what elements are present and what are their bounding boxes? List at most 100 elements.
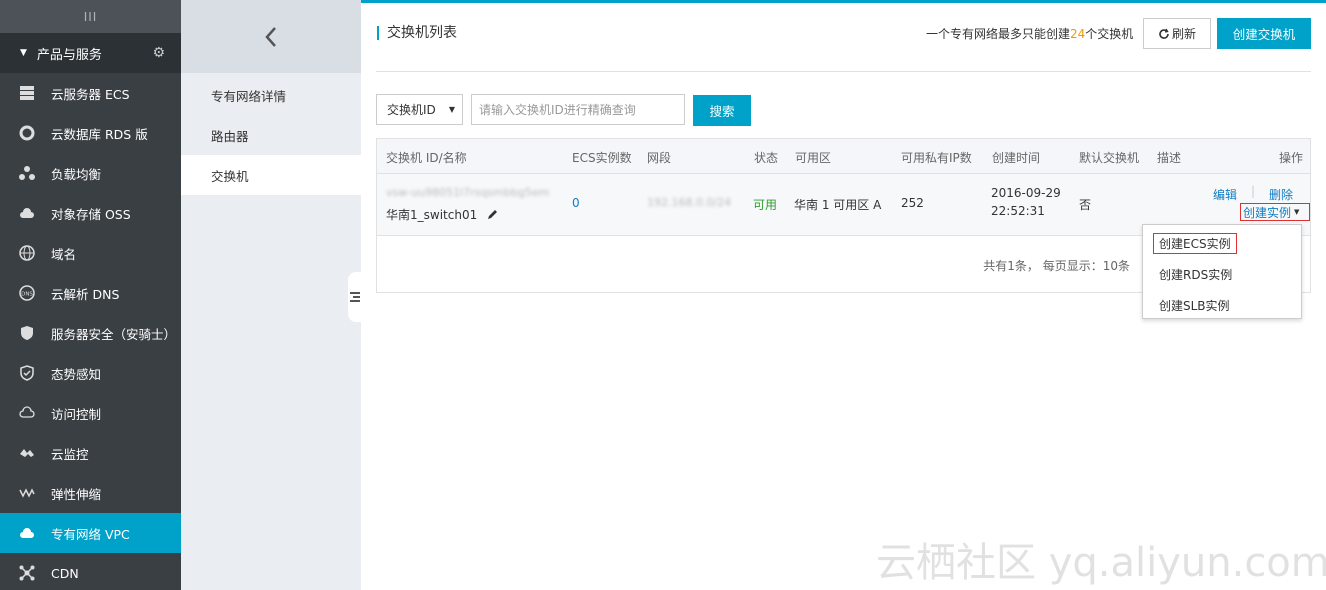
cidr-value: 192.168.0.0/24 [647, 196, 732, 209]
back-button[interactable] [181, 0, 361, 73]
sidebar-item-slb[interactable]: 负载均衡 [0, 153, 181, 193]
sidebar-item-label: 云数据库 RDS 版 [51, 126, 148, 142]
search-button[interactable]: 搜索 [693, 95, 751, 126]
quota-notice: 一个专有网络最多只能创建24个交换机 [926, 25, 1133, 42]
sidebar-item-label: 云服务器 ECS [51, 86, 130, 102]
edit-link[interactable]: 编辑 [1213, 186, 1237, 203]
menu-item-label: 创建SLB实例 [1159, 299, 1230, 313]
vswitch-name: 华南1_switch01 [386, 206, 499, 223]
refresh-button[interactable]: 刷新 [1143, 18, 1211, 49]
col-created: 创建时间 [992, 151, 1041, 165]
quota-suffix: 个交换机 [1085, 27, 1134, 41]
sidebar-item-label: 弹性伸缩 [51, 486, 102, 502]
delete-link[interactable]: 删除 [1269, 186, 1293, 203]
pagination-summary: 共有1条， 每页显示：10条 [983, 259, 1130, 273]
filter-type-select[interactable]: 交换机ID ▼ [376, 94, 463, 125]
sidebar-item-label: 云监控 [51, 446, 89, 462]
svg-text:DNS: DNS [21, 292, 33, 298]
subnav-item-router[interactable]: 路由器 [181, 115, 361, 155]
menu-item-create-ecs[interactable]: 创建ECS实例 [1143, 228, 1301, 259]
filter-select-value: 交换机ID [387, 103, 436, 117]
caret-down-icon: ▼ [448, 105, 455, 114]
watermark: 云栖社区 yq.aliyun.com [876, 540, 1326, 586]
sidebar-item-ecs[interactable]: 云服务器 ECS [0, 73, 181, 113]
ip-count-value: 252 [901, 196, 924, 210]
col-desc: 描述 [1157, 151, 1182, 165]
sidebar-item-ram[interactable]: 访问控制 [0, 393, 181, 433]
ecs-count-link[interactable]: 0 [572, 196, 580, 210]
sidebar-item-label: 对象存储 OSS [51, 206, 131, 222]
main-content: 交换机列表 一个专有网络最多只能创建24个交换机 刷新 创建交换机 交换机ID … [361, 3, 1326, 590]
create-vswitch-button[interactable]: 创建交换机 [1217, 18, 1311, 49]
sidebar-item-domain[interactable]: 域名 [0, 233, 181, 273]
sidebar-collapse-button[interactable]: III [0, 0, 181, 33]
sidebar-item-label: 云解析 DNS [51, 286, 120, 302]
refresh-label: 刷新 [1171, 27, 1196, 41]
default-value: 否 [1079, 198, 1092, 212]
subnav-item-vpc-detail[interactable]: 专有网络详情 [181, 75, 361, 115]
create-instance-menu: 创建ECS实例 创建RDS实例 创建SLB实例 [1142, 224, 1302, 319]
sidebar-header-products[interactable]: ▼ 产品与服务 ⚙ [0, 33, 181, 73]
subnav-toggle-button[interactable] [348, 272, 362, 322]
cloud-outline-icon [18, 404, 36, 422]
sidebar-item-label: CDN [51, 565, 79, 581]
sidebar-item-dns[interactable]: DNS 云解析 DNS [0, 273, 181, 313]
sidebar-item-aegis[interactable]: 服务器安全（安骑士） [0, 313, 181, 353]
shield-check-icon [18, 364, 36, 382]
dns-icon: DNS [18, 284, 36, 302]
sidebar-item-label: 专有网络 VPC [51, 526, 130, 542]
pencil-icon[interactable] [487, 208, 499, 220]
sidebar-item-label: 负载均衡 [51, 166, 102, 182]
shield-icon [18, 324, 36, 342]
sidebar-item-oss[interactable]: 对象存储 OSS [0, 193, 181, 233]
col-id-name: 交换机 ID/名称 [386, 151, 467, 165]
created-time: 22:52:31 [991, 204, 1045, 218]
scaling-icon [18, 484, 36, 502]
list-toggle-icon [350, 292, 360, 302]
caret-down-icon: ▼ [20, 48, 27, 58]
cdn-icon [18, 564, 36, 582]
header-divider [376, 71, 1311, 72]
sidebar-item-label: 服务器安全（安骑士） [51, 326, 177, 342]
menu-item-label: 创建ECS实例 [1153, 233, 1237, 254]
sidebar-item-rds[interactable]: 云数据库 RDS 版 [0, 113, 181, 153]
subnav-item-vswitch[interactable]: 交换机 [181, 155, 361, 195]
vswitch-id: vsw-uu98051l7rsqsmbbg5em [386, 186, 550, 199]
quota-number: 24 [1070, 27, 1086, 41]
col-zone: 可用区 [795, 151, 832, 165]
create-instance-dropdown[interactable]: 创建实例 ▼ [1240, 203, 1310, 221]
status-badge: 可用 [753, 198, 778, 212]
server-icon [18, 84, 36, 102]
refresh-icon [1159, 28, 1169, 39]
menu-item-create-rds[interactable]: 创建RDS实例 [1143, 259, 1301, 290]
search-input[interactable] [471, 94, 685, 125]
vpc-cloud-icon [18, 524, 36, 542]
globe-icon [18, 244, 36, 262]
sidebar-item-situation[interactable]: 态势感知 [0, 353, 181, 393]
cloud-storage-icon [18, 204, 36, 222]
col-ecs-count: ECS实例数 [572, 151, 632, 165]
sidebar-header-label: 产品与服务 [36, 47, 102, 63]
load-balancer-icon [18, 164, 36, 182]
sidebar-item-label: 态势感知 [51, 366, 102, 382]
database-icon [18, 124, 36, 142]
sidebar-item-cloudmonitor[interactable]: 云监控 [0, 433, 181, 473]
secondary-nav: 专有网络详情 路由器 交换机 [181, 0, 362, 590]
monitor-icon [18, 444, 36, 462]
create-instance-label: 创建实例 [1243, 205, 1292, 220]
col-default: 默认交换机 [1079, 151, 1140, 165]
quota-prefix: 一个专有网络最多只能创建 [926, 27, 1071, 41]
sidebar-item-vpc[interactable]: 专有网络 VPC [0, 513, 181, 553]
sidebar-item-cdn[interactable]: CDN [0, 553, 181, 590]
op-separator: | [1251, 184, 1256, 198]
page-title: 交换机列表 [377, 26, 457, 40]
menu-item-label: 创建RDS实例 [1159, 268, 1233, 282]
sidebar-item-label: 域名 [51, 246, 77, 262]
menu-item-create-slb[interactable]: 创建SLB实例 [1143, 290, 1301, 321]
vswitch-name-text: 华南1_switch01 [386, 208, 478, 222]
sidebar-item-ess[interactable]: 弹性伸缩 [0, 473, 181, 513]
col-ip-count: 可用私有IP数 [901, 151, 972, 165]
gear-icon[interactable]: ⚙ [152, 45, 165, 61]
sidebar: III ▼ 产品与服务 ⚙ 云服务器 ECS 云数据库 RDS 版 负载均衡 对… [0, 0, 181, 590]
col-cidr: 网段 [647, 151, 672, 165]
